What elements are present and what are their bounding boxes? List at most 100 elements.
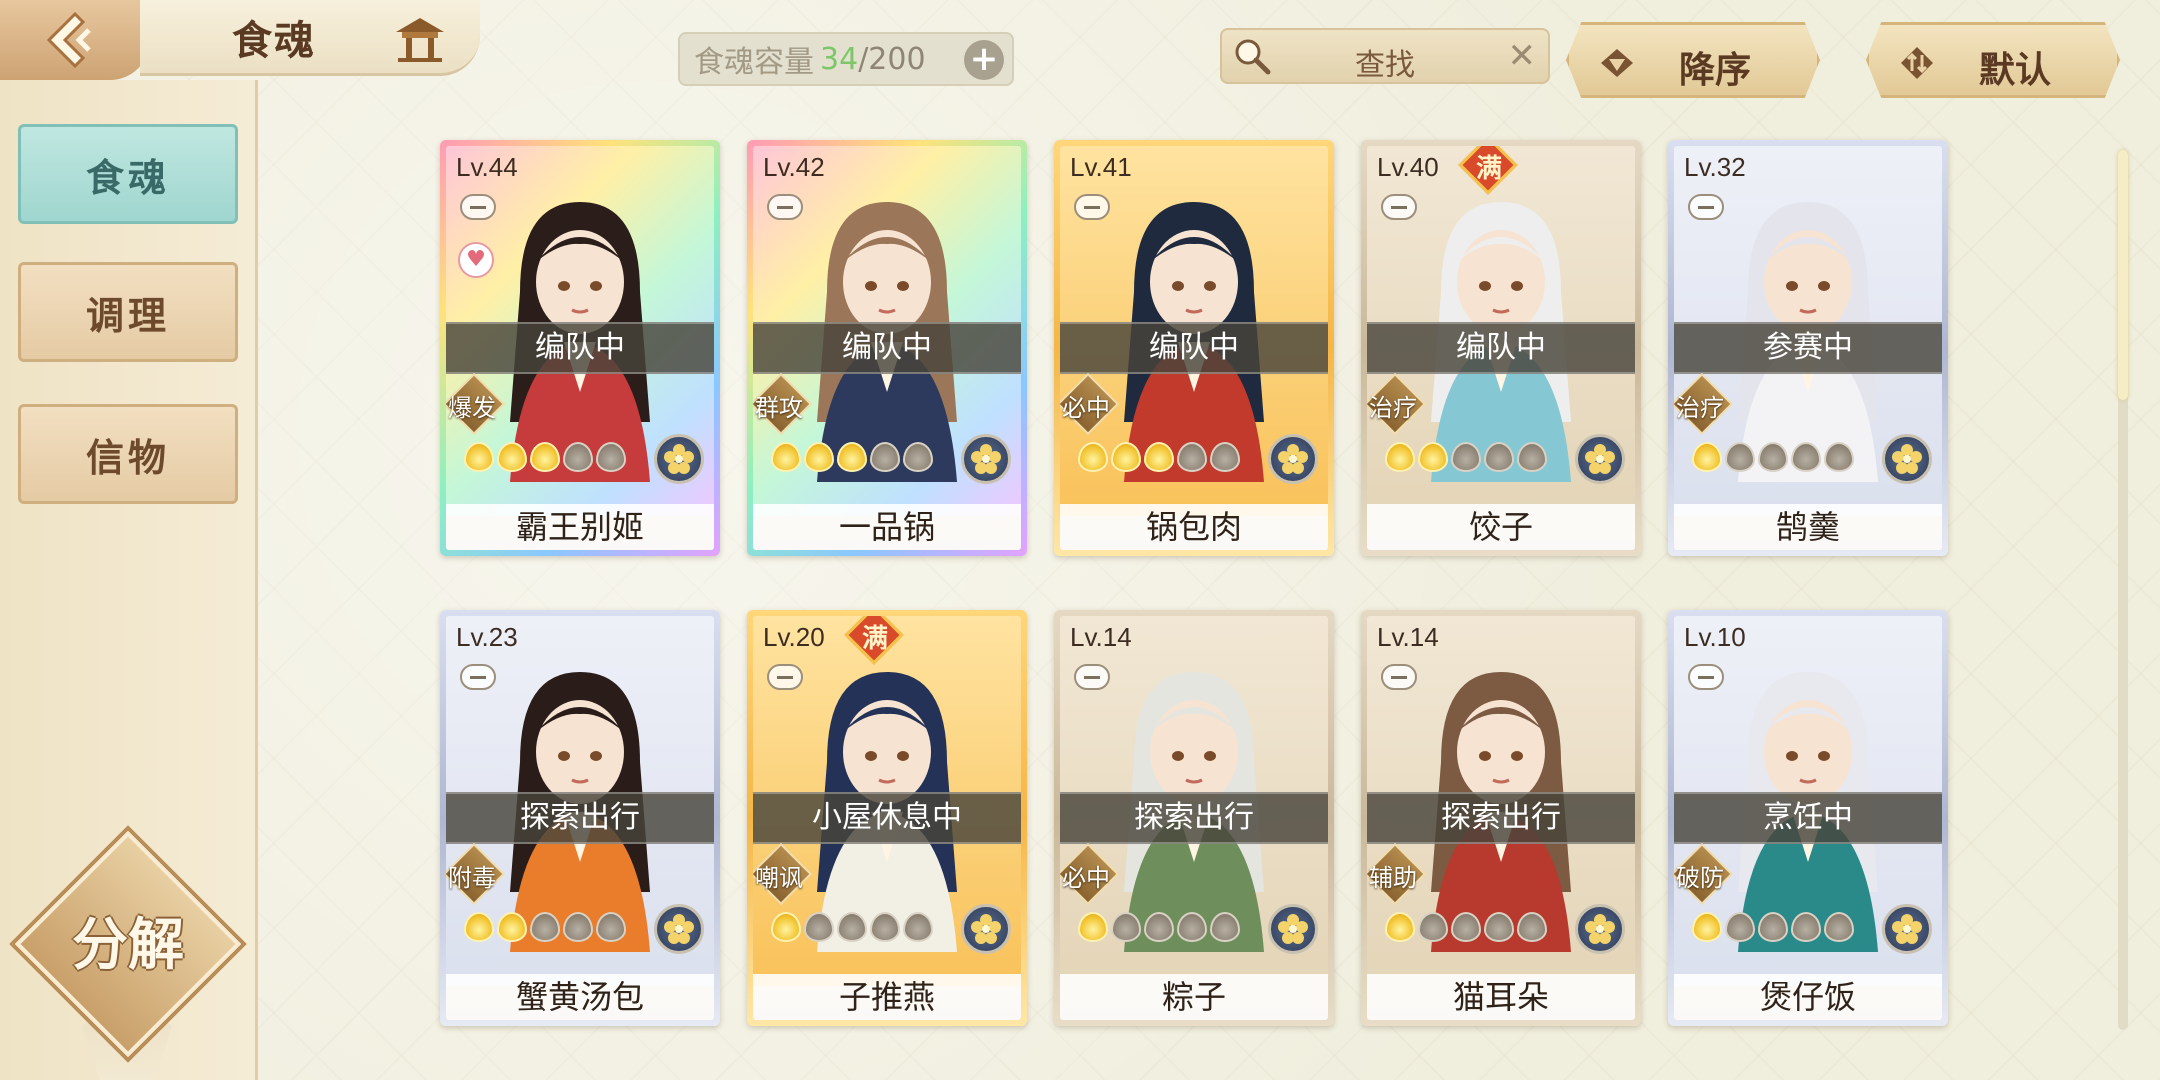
star-rating [464,912,626,942]
minus-badge-icon [767,664,803,690]
food-soul-card[interactable]: Lv.40 满编队中 治疗 饺子 [1361,140,1641,556]
food-soul-card[interactable]: Lv.42 编队中 群攻 一品锅 [747,140,1027,556]
level-label: Lv.42 [763,152,825,182]
star-lit-icon [464,912,494,942]
character-name: 霸王别姬 [446,504,714,550]
star-lit-icon [1418,442,1448,472]
star-empty-icon [1177,912,1207,942]
status-banner: 探索出行 [446,792,714,844]
scrollbar-thumb[interactable] [2118,150,2128,400]
max-badge-label: 满 [861,624,888,654]
back-button[interactable] [0,0,150,80]
star-empty-icon [1758,912,1788,942]
flower-element-icon [1268,904,1318,954]
star-empty-icon [563,912,593,942]
triangle-down-icon [1601,49,1633,77]
card-inner: Lv.10 烹饪中 破防 煲仔饭 [1674,616,1942,1020]
minus-badge-icon [1688,194,1724,220]
status-banner: 编队中 [446,322,714,374]
sidebar-item-conditioning[interactable]: 调理 [18,262,238,362]
star-rating [1692,912,1854,942]
level-label: Lv.41 [1070,152,1132,182]
max-badge-label: 满 [1475,154,1502,184]
food-soul-card[interactable]: Lv.32 参赛中 治疗 鹄羹 [1668,140,1948,556]
role-label: 爆发 [448,394,496,422]
minus-badge-icon [1074,664,1110,690]
food-soul-card[interactable]: Lv.20 满小屋休息中 嘲讽 子推燕 [747,610,1027,1026]
star-empty-icon [903,442,933,472]
card-inner: Lv.40 满编队中 治疗 饺子 [1367,146,1635,550]
status-banner: 探索出行 [1060,792,1328,844]
star-lit-icon [497,442,527,472]
star-empty-icon [1484,442,1514,472]
food-soul-card[interactable]: Lv.23 探索出行附毒蟹黄汤包 [440,610,720,1026]
status-banner: 小屋休息中 [753,792,1021,844]
star-lit-icon [1385,442,1415,472]
star-empty-icon [1791,912,1821,942]
food-soul-card[interactable]: Lv.10 烹饪中 破防 煲仔饭 [1668,610,1948,1026]
star-lit-icon [771,912,801,942]
status-banner: 参赛中 [1674,322,1942,374]
sort-mode-button[interactable]: 默认 [1866,22,2120,98]
role-label: 附毒 [448,864,496,892]
star-lit-icon [1692,912,1722,942]
food-soul-card[interactable]: Lv.41 编队中 必中 锅包肉 [1054,140,1334,556]
star-empty-icon [1210,442,1240,472]
star-empty-icon [1517,912,1547,942]
star-empty-icon [563,442,593,472]
star-lit-icon [1111,442,1141,472]
star-empty-icon [1517,442,1547,472]
card-inner: Lv.14 探索出行 辅助 猫耳朵 [1367,616,1635,1020]
star-empty-icon [1418,912,1448,942]
scrollbar[interactable] [2118,150,2128,1030]
food-soul-card[interactable]: Lv.14 探索出行 辅助 猫耳朵 [1361,610,1641,1026]
character-name: 鹄羹 [1674,504,1942,550]
sort-arrows-icon [1901,47,1933,79]
character-name: 粽子 [1060,974,1328,1020]
sort-mode-label: 默认 [1979,50,2052,91]
expand-capacity-button[interactable]: + [964,40,1004,80]
star-lit-icon [837,442,867,472]
character-name: 猫耳朵 [1367,974,1635,1020]
card-inner: Lv.14 探索出行 必中 粽子 [1060,616,1328,1020]
clear-search-icon[interactable]: ✕ [1508,36,1537,76]
card-inner: Lv.42 编队中 群攻 一品锅 [753,146,1021,550]
flower-element-icon [654,904,704,954]
star-lit-icon [464,442,494,472]
star-lit-icon [771,442,801,472]
star-lit-icon [804,442,834,472]
role-label: 破防 [1676,864,1724,892]
card-inner: Lv.23 探索出行附毒蟹黄汤包 [446,616,714,1020]
food-soul-card[interactable]: Lv.44 ♥ 编队中 爆发 霸王别姬 [440,140,720,556]
star-empty-icon [903,912,933,942]
capacity-indicator: 食魂容量 34 /200 + [678,32,1014,86]
status-banner: 编队中 [1060,322,1328,374]
star-empty-icon [1484,912,1514,942]
star-lit-icon [1692,442,1722,472]
level-label: Lv.20 [763,622,825,652]
star-lit-icon [1144,442,1174,472]
status-banner: 编队中 [1367,322,1635,374]
star-lit-icon [530,442,560,472]
star-empty-icon [804,912,834,942]
sidebar-item-tokens[interactable]: 信物 [18,404,238,504]
sidebar-item-food-souls[interactable]: 食魂 [18,124,238,224]
star-empty-icon [1177,442,1207,472]
character-name: 饺子 [1367,504,1635,550]
food-soul-card[interactable]: Lv.14 探索出行 必中 粽子 [1054,610,1334,1026]
star-empty-icon [870,912,900,942]
star-lit-icon [1385,912,1415,942]
search-box[interactable]: 查找 ✕ [1220,28,1550,84]
level-label: Lv.23 [456,622,518,652]
star-empty-icon [1451,442,1481,472]
sort-order-button[interactable]: 降序 [1566,22,1820,98]
star-lit-icon [1078,912,1108,942]
character-name: 蟹黄汤包 [446,974,714,1020]
pavilion-icon[interactable] [390,14,450,64]
search-input[interactable]: 查找 [1222,40,1548,84]
disassemble-label[interactable]: 分解 [46,900,210,981]
star-empty-icon [1824,442,1854,472]
flower-element-icon [1882,434,1932,484]
role-label: 辅助 [1369,864,1417,892]
flower-element-icon [961,904,1011,954]
